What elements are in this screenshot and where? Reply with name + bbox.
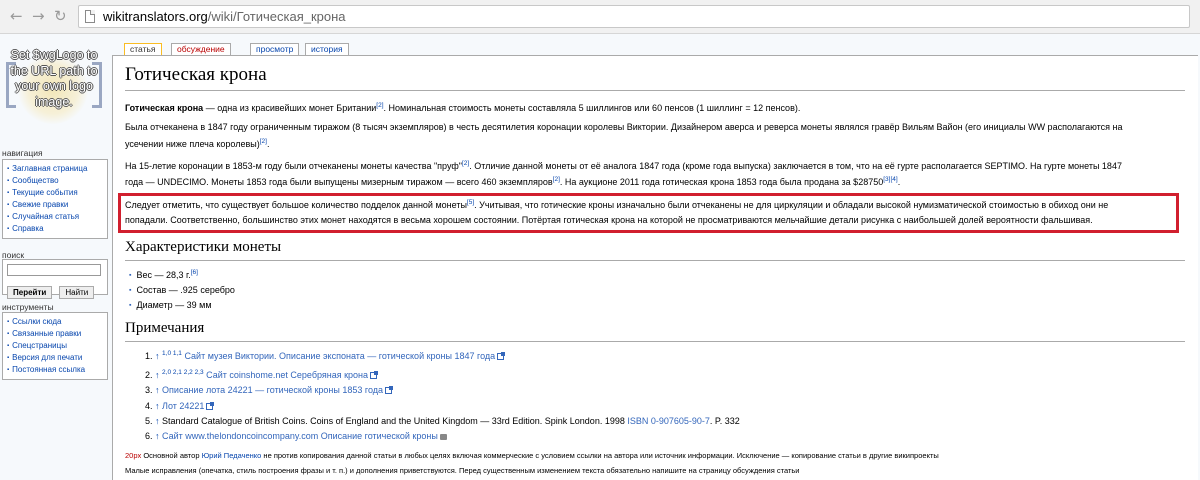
reference-item: 3. ↑ Описание лота 24221 — готической кр… [145,385,394,395]
section-heading-notes: Примечания [125,320,205,336]
list-item: Состав — .925 серебро [129,285,234,295]
footnote-link[interactable]: [2] [260,138,267,145]
footer-notice: 20px Основной автор Юрий Педаченко не пр… [125,451,939,460]
sidebar-item-help[interactable]: Справка [7,223,103,235]
external-link-icon [206,402,215,410]
list-item: Вес — 28,3 г.[6] [129,269,198,280]
logo-placeholder-text: Set $wgLogo to the URL path to your own … [10,48,98,109]
sidebar-item-printable-version[interactable]: Версия для печати [7,352,103,364]
footnote-link[interactable]: [2] [376,102,383,109]
tools-portlet: Ссылки сюда Связанные правки Спецстраниц… [2,312,108,380]
reload-icon[interactable]: ↻ [54,8,67,24]
list-item: Диаметр — 39 мм [129,300,211,310]
footnote-link[interactable]: [6] [191,269,198,276]
reference-link[interactable]: Сайт музея Виктории. Описание экспоната … [184,351,495,361]
sidebar-item-main-page[interactable]: Заглавная страница [7,163,103,175]
browser-toolbar: ← → ↻ wikitranslators.org/wiki/Готическа… [0,0,1200,34]
isbn-link[interactable]: ISBN 0-907605-90-7 [627,416,710,426]
reference-item: 1. ↑ 1,0 1,1 Сайт музея Виктории. Описан… [145,350,506,361]
external-link-icon [385,386,394,394]
sidebar-item-related-changes[interactable]: Связанные правки [7,328,103,340]
reference-link[interactable]: Описание лота 24221 — готической кроны 1… [162,385,383,395]
search-input[interactable] [7,264,101,276]
paragraph-3-line-1: На 15-летие коронации в 1853-м году были… [125,160,1122,171]
paragraph-2-line-2: усечении ниже плеча королевы)[2]. [125,138,270,149]
sidebar-item-random-page[interactable]: Случайная статья [7,211,103,223]
paragraph-1: Готическая крона — одна из красивейших м… [125,102,801,113]
reference-item: 2. ↑ 2,0 2,1 2,2 2,3 Сайт coinshome.net … [145,369,379,380]
section-heading-characteristics: Характеристики монеты [125,239,282,255]
page-icon [85,10,95,23]
navigation-portlet: Заглавная страница Сообщество Текущие со… [2,159,108,239]
tools-heading: инструменты [2,302,54,312]
tab-view[interactable]: просмотр [250,43,300,55]
reference-link[interactable]: Сайт www.thelondoncoincompany.com Описан… [162,431,438,441]
footnote-link[interactable]: [3][4] [883,176,897,183]
sidebar-item-current-events[interactable]: Текущие события [7,187,103,199]
lock-icon [439,434,447,440]
footnote-link[interactable]: [2] [553,176,560,183]
reference-item: 6. ↑ Сайт www.thelondoncoincompany.com О… [145,431,447,441]
paragraph-2-line-1: Была отчеканена в 1847 году ограниченным… [125,122,1123,132]
search-button[interactable]: Найти [59,286,95,299]
sidebar-item-permanent-link[interactable]: Постоянная ссылка [7,364,103,376]
external-link-icon [370,371,379,379]
paragraph-3-line-2: года — UNDECIMO. Монеты 1853 года были в… [125,176,901,187]
tab-discussion[interactable]: обсуждение [171,43,231,55]
footer-notice-2: Малые исправления (опечатка, стиль постр… [125,466,800,475]
page-title: Готическая крона [125,64,267,85]
reference-link[interactable]: Сайт coinshome.net Серебряная крона [206,370,368,380]
reference-link[interactable]: Лот 24221 [162,401,204,411]
search-portlet: Перейти Найти [2,259,108,299]
sidebar-item-what-links-here[interactable]: Ссылки сюда [7,316,103,328]
sidebar-item-community[interactable]: Сообщество [7,175,103,187]
site-logo[interactable]: Set $wgLogo to the URL path to your own … [4,44,104,128]
sidebar-item-special-pages[interactable]: Спецстраницы [7,340,103,352]
article-content: Готическая крона Готическая крона — одна… [112,55,1198,480]
back-icon[interactable]: ← [10,8,23,24]
address-bar[interactable]: wikitranslators.org/wiki/Готическая_крон… [78,5,1190,28]
navigation-heading: навигация [2,148,43,158]
paragraph-4-line-2: попадали. Соответственно, большинство эт… [125,215,1093,225]
tab-article[interactable]: статья [124,43,162,55]
url-text[interactable]: wikitranslators.org/wiki/Готическая_крон… [103,9,346,24]
footer-red-link[interactable]: 20px [125,451,141,460]
go-button[interactable]: Перейти [7,286,53,299]
author-link[interactable]: Юрий Педаченко [202,451,262,460]
reference-item: 5. ↑ Standard Catalogue of British Coins… [145,416,740,426]
forward-icon[interactable]: → [32,8,45,24]
sidebar-item-recent-changes[interactable]: Свежие правки [7,199,103,211]
tab-history[interactable]: история [305,43,349,55]
external-link-icon [497,352,506,360]
reference-item: 4. ↑ Лот 24221 [145,401,215,411]
paragraph-4-line-1: Следует отметить, что существует большое… [125,199,1109,210]
